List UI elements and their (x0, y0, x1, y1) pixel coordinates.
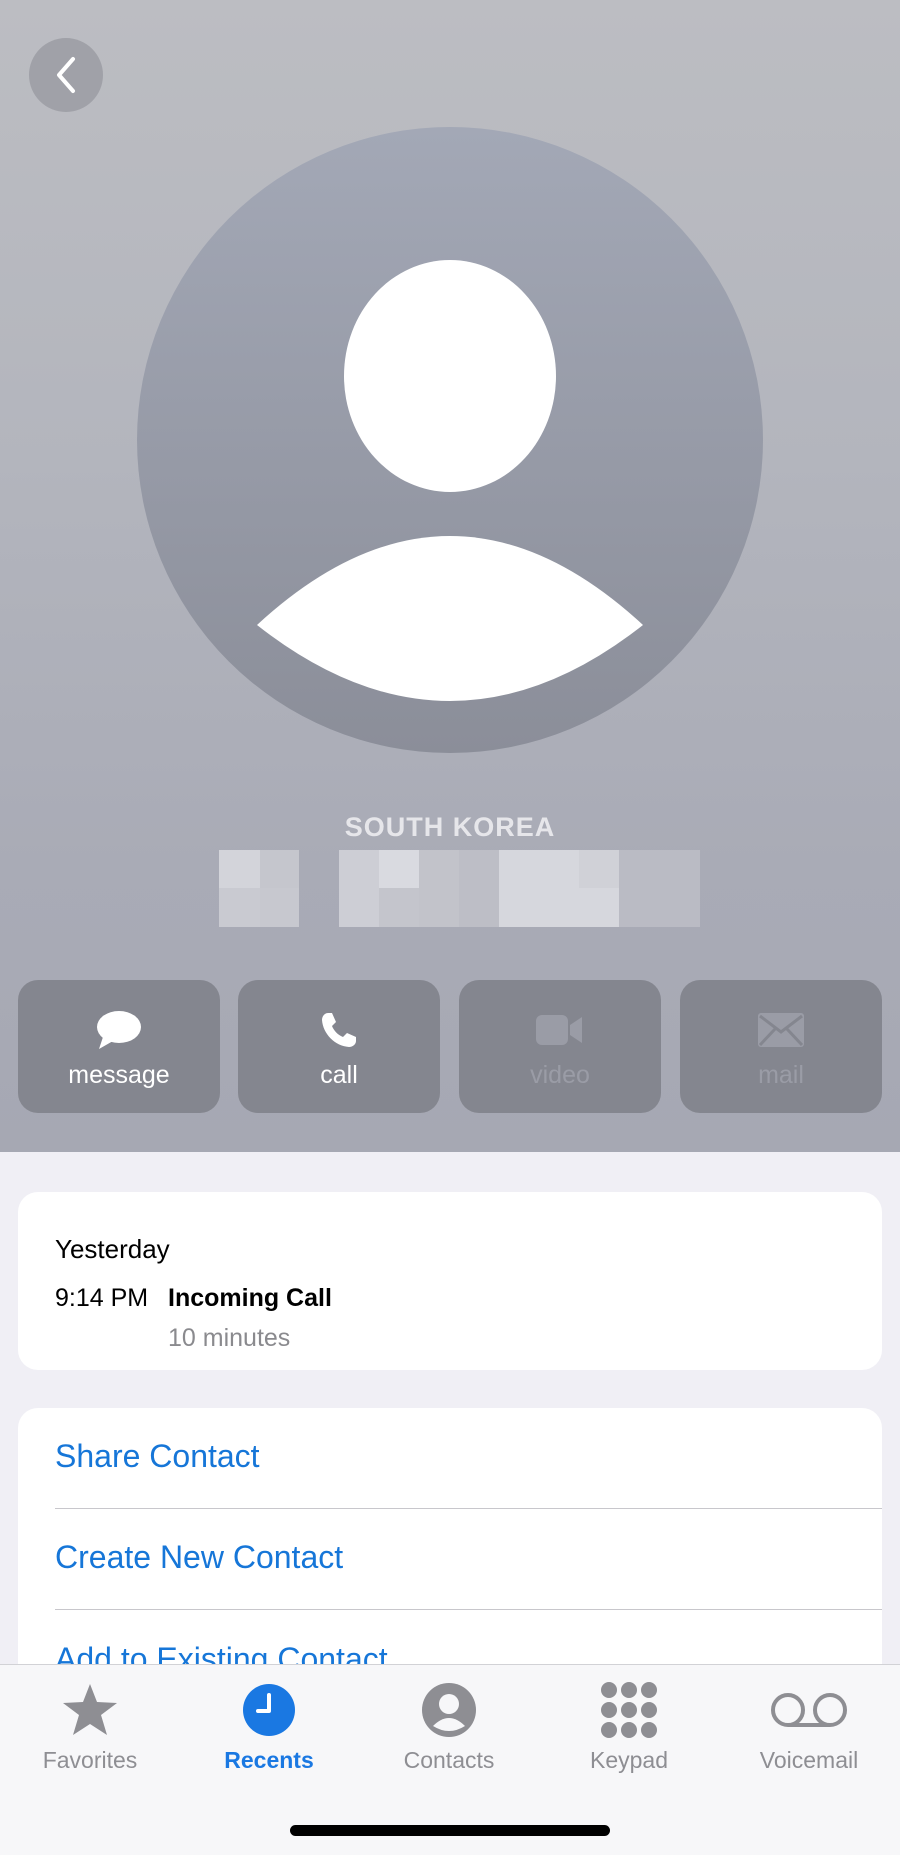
message-button[interactable]: message (18, 980, 220, 1113)
mail-label: mail (758, 1061, 804, 1089)
tab-label: Contacts (403, 1747, 495, 1773)
recent-day: Yesterday (55, 1234, 170, 1264)
contact-options-card: Share Contact Create New Contact Add to … (18, 1408, 882, 1708)
mail-button[interactable]: mail (680, 980, 882, 1113)
person-circle-icon (422, 1683, 476, 1737)
call-button[interactable]: call (238, 980, 440, 1113)
create-new-contact-link[interactable]: Create New Contact (55, 1539, 343, 1576)
tab-voicemail[interactable]: Voicemail (719, 1665, 899, 1795)
envelope-icon (758, 1013, 804, 1047)
tab-label: Recents (224, 1747, 314, 1773)
keypad-grid-icon (601, 1682, 657, 1738)
tab-label: Keypad (589, 1747, 668, 1773)
video-camera-icon (536, 1015, 582, 1045)
tab-recents[interactable]: Recents (179, 1665, 359, 1795)
phone-icon (322, 1013, 356, 1047)
video-label: video (530, 1061, 590, 1089)
chevron-left-icon (57, 57, 75, 93)
divider (55, 1508, 882, 1509)
tab-favorites[interactable]: Favorites (0, 1665, 180, 1795)
video-button[interactable]: video (459, 980, 661, 1113)
share-contact-link[interactable]: Share Contact (55, 1438, 260, 1475)
recent-call-duration: 10 minutes (168, 1324, 291, 1352)
tab-label: Voicemail (759, 1747, 859, 1773)
person-silhouette-icon (257, 260, 643, 701)
action-buttons: message call video mail (18, 980, 882, 1113)
call-label: call (320, 1061, 358, 1089)
message-bubble-icon (97, 1011, 141, 1049)
divider (55, 1609, 882, 1610)
tab-bar: Favorites Recents Contacts Keypad Voicem… (0, 1664, 900, 1855)
recent-time: 9:14 PM (55, 1284, 149, 1312)
back-button[interactable] (29, 38, 103, 112)
recent-call-card: Yesterday 9:14 PM Incoming Call 10 minut… (18, 1192, 882, 1370)
tab-label: Favorites (42, 1747, 138, 1773)
tab-contacts[interactable]: Contacts (359, 1665, 539, 1795)
tab-keypad[interactable]: Keypad (539, 1665, 719, 1795)
voicemail-icon (771, 1693, 847, 1727)
message-label: message (68, 1061, 170, 1089)
redacted-phone-number (219, 850, 700, 927)
contact-country: SOUTH KOREA (344, 812, 556, 842)
home-indicator[interactable] (290, 1825, 610, 1836)
contact-header: SOUTH KOREA message call video mail (0, 0, 900, 1152)
clock-icon (243, 1684, 295, 1736)
star-icon (63, 1684, 117, 1735)
contact-avatar (137, 127, 763, 753)
recent-call-type: Incoming Call (168, 1284, 332, 1312)
